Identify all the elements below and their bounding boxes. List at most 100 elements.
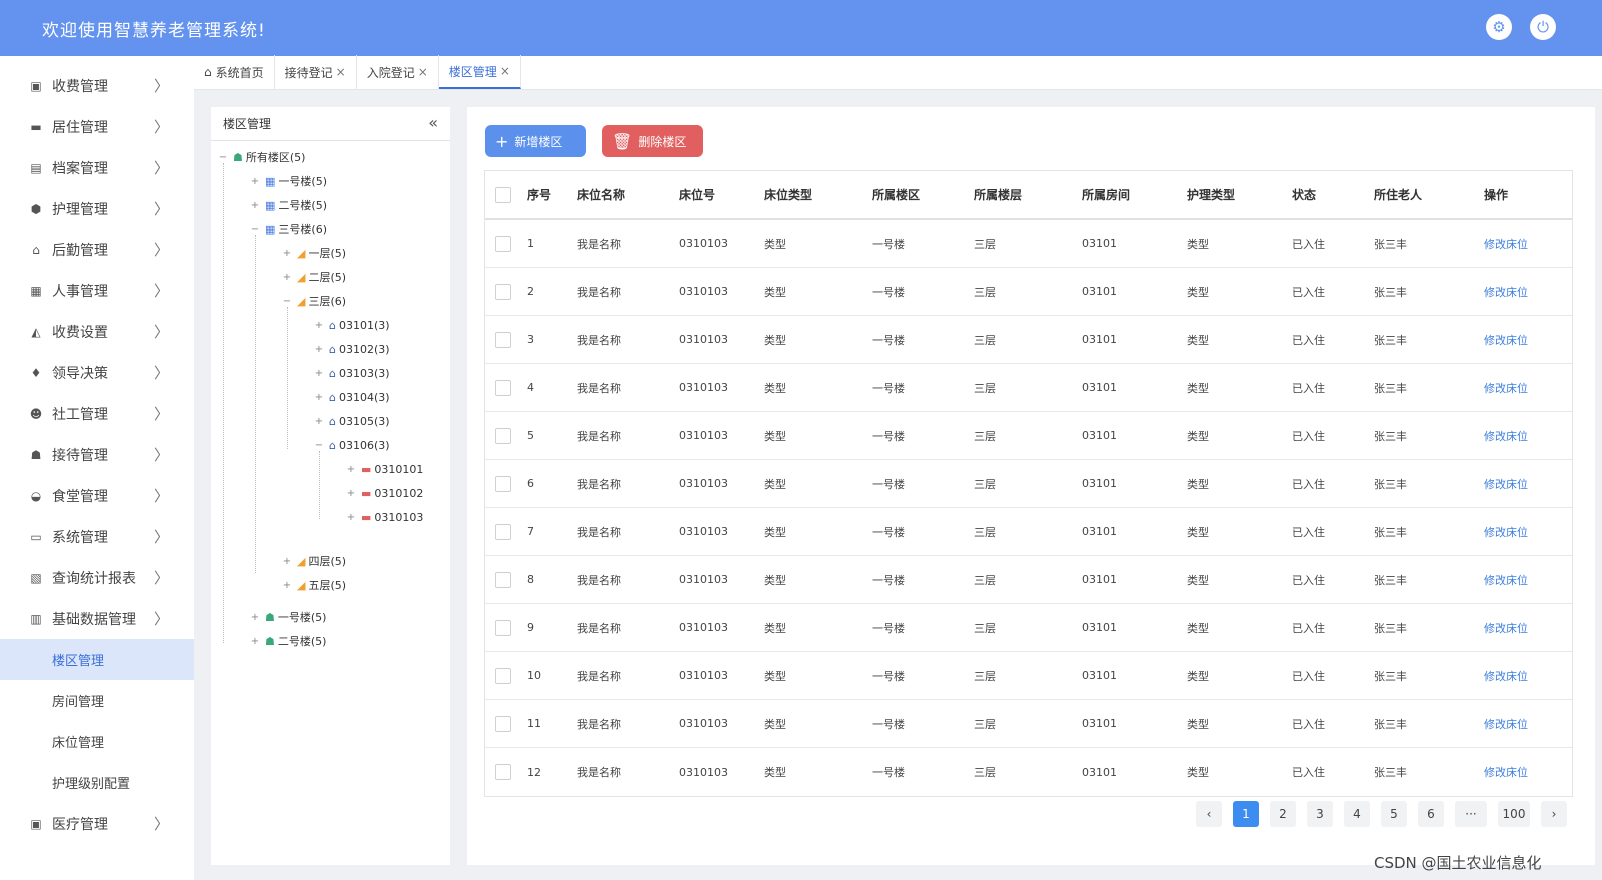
expand-icon[interactable]: + bbox=[313, 320, 325, 331]
expand-icon[interactable]: + bbox=[345, 464, 357, 475]
row-checkbox[interactable] bbox=[495, 667, 511, 684]
row-checkbox[interactable] bbox=[495, 571, 511, 588]
row-checkbox[interactable] bbox=[495, 235, 511, 252]
row-checkbox[interactable] bbox=[495, 283, 511, 300]
sidebar-item[interactable]: ▥ 基础数据管理 〉 bbox=[0, 598, 194, 639]
page-button[interactable]: 4 bbox=[1344, 801, 1370, 827]
edit-bed-link[interactable]: 修改床位 bbox=[1476, 236, 1546, 252]
tab-item[interactable]: ⌂ 系统首页 bbox=[194, 55, 275, 89]
sidebar-item[interactable]: ▤ 档案管理 〉 bbox=[0, 147, 194, 188]
edit-bed-link[interactable]: 修改床位 bbox=[1476, 716, 1546, 732]
tree-node[interactable]: + ☗ 一号楼(5) bbox=[249, 607, 327, 627]
tree-node[interactable]: + ☗ 二号楼(5) bbox=[249, 631, 327, 651]
tree-node[interactable]: + ▬ 0310103 bbox=[345, 507, 424, 527]
logout-button[interactable]: ⏻ bbox=[1530, 14, 1556, 40]
sidebar-subitem[interactable]: 床位管理 bbox=[0, 721, 194, 762]
page-button[interactable]: 100 bbox=[1498, 801, 1530, 827]
page-button[interactable]: 1 bbox=[1233, 801, 1259, 827]
tree-node[interactable]: + ▦ 二号楼(5) bbox=[249, 195, 327, 215]
expand-icon[interactable]: + bbox=[249, 612, 261, 623]
edit-bed-link[interactable]: 修改床位 bbox=[1476, 284, 1546, 300]
sidebar-item[interactable]: ◭ 收费设置 〉 bbox=[0, 311, 194, 352]
row-checkbox[interactable] bbox=[495, 427, 511, 444]
next-page-button[interactable]: › bbox=[1541, 801, 1567, 827]
row-checkbox[interactable] bbox=[495, 764, 511, 780]
tree-node[interactable]: + ⌂ 03102(3) bbox=[313, 339, 390, 359]
row-checkbox[interactable] bbox=[495, 523, 511, 540]
expand-icon[interactable]: + bbox=[249, 200, 261, 211]
edit-bed-link[interactable]: 修改床位 bbox=[1476, 668, 1546, 684]
edit-bed-link[interactable]: 修改床位 bbox=[1476, 380, 1546, 396]
collapse-node-icon[interactable]: − bbox=[249, 224, 261, 235]
tree-node[interactable]: + ◢ 二层(5) bbox=[281, 267, 346, 287]
close-icon[interactable]: × bbox=[500, 64, 510, 78]
tab-item[interactable]: 接待登记 × bbox=[275, 55, 357, 89]
page-ellipsis[interactable]: ··· bbox=[1455, 801, 1487, 827]
sidebar-item-medical[interactable]: ▣ 医疗管理 〉 bbox=[0, 803, 194, 844]
tree-node[interactable]: + ⌂ 03101(3) bbox=[313, 315, 390, 335]
expand-icon[interactable]: + bbox=[249, 636, 261, 647]
tree-node[interactable]: + ◢ 一层(5) bbox=[281, 243, 346, 263]
tree-node[interactable]: + ▬ 0310102 bbox=[345, 483, 424, 503]
sidebar-item[interactable]: ☻ 社工管理 〉 bbox=[0, 393, 194, 434]
sidebar-item[interactable]: ▭ 系统管理 〉 bbox=[0, 516, 194, 557]
edit-bed-link[interactable]: 修改床位 bbox=[1476, 620, 1546, 636]
expand-icon[interactable]: + bbox=[345, 488, 357, 499]
collapse-icon[interactable]: « bbox=[428, 113, 438, 132]
row-checkbox[interactable] bbox=[495, 619, 511, 636]
expand-icon[interactable]: + bbox=[313, 392, 325, 403]
expand-icon[interactable]: + bbox=[281, 248, 293, 259]
expand-icon[interactable]: + bbox=[281, 580, 293, 591]
sidebar-item[interactable]: ▧ 查询统计报表 〉 bbox=[0, 557, 194, 598]
edit-bed-link[interactable]: 修改床位 bbox=[1476, 332, 1546, 348]
expand-icon[interactable]: + bbox=[313, 416, 325, 427]
page-button[interactable]: 5 bbox=[1381, 801, 1407, 827]
tree-node[interactable]: + ⌂ 03105(3) bbox=[313, 411, 390, 431]
expand-icon[interactable]: + bbox=[313, 368, 325, 379]
edit-bed-link[interactable]: 修改床位 bbox=[1476, 524, 1546, 540]
tree-node[interactable]: + ◢ 五层(5) bbox=[281, 575, 346, 595]
sidebar-subitem[interactable]: 房间管理 bbox=[0, 680, 194, 721]
prev-page-button[interactable]: ‹ bbox=[1196, 801, 1222, 827]
tree-node[interactable]: − ☗ 所有楼区(5) bbox=[217, 147, 306, 167]
page-button[interactable]: 2 bbox=[1270, 801, 1296, 827]
tree-node[interactable]: − ◢ 三层(6) bbox=[281, 291, 346, 311]
collapse-node-icon[interactable]: − bbox=[313, 440, 325, 451]
sidebar-item[interactable]: ♦ 领导决策 〉 bbox=[0, 352, 194, 393]
edit-bed-link[interactable]: 修改床位 bbox=[1476, 572, 1546, 588]
row-checkbox[interactable] bbox=[495, 379, 511, 396]
tree-node[interactable]: − ⌂ 03106(3) bbox=[313, 435, 390, 455]
row-checkbox[interactable] bbox=[495, 475, 511, 492]
row-checkbox[interactable] bbox=[495, 715, 511, 732]
sidebar-subitem[interactable]: 楼区管理 bbox=[0, 639, 194, 680]
close-icon[interactable]: × bbox=[418, 65, 428, 79]
expand-icon[interactable]: + bbox=[249, 176, 261, 187]
sidebar-item[interactable]: ⌂ 后勤管理 〉 bbox=[0, 229, 194, 270]
collapse-node-icon[interactable]: − bbox=[281, 296, 293, 307]
tab-item[interactable]: 楼区管理 × bbox=[438, 55, 521, 89]
edit-bed-link[interactable]: 修改床位 bbox=[1476, 476, 1546, 492]
tree-node[interactable]: − ▦ 三号楼(6) bbox=[249, 219, 327, 239]
sidebar-item[interactable]: ▣ 收费管理 〉 bbox=[0, 65, 194, 106]
tree-node[interactable]: + ▬ 0310101 bbox=[345, 459, 424, 479]
tab-item[interactable]: 入院登记 × bbox=[357, 55, 439, 89]
tree-node[interactable]: + ◢ 四层(5) bbox=[281, 551, 346, 571]
sidebar-item[interactable]: ▦ 人事管理 〉 bbox=[0, 270, 194, 311]
sidebar-item[interactable]: ☗ 接待管理 〉 bbox=[0, 434, 194, 475]
collapse-node-icon[interactable]: − bbox=[217, 152, 229, 163]
delete-building-button[interactable]: 🗑 删除楼区 bbox=[602, 125, 703, 157]
sidebar-item[interactable]: ◒ 食堂管理 〉 bbox=[0, 475, 194, 516]
close-icon[interactable]: × bbox=[336, 65, 346, 79]
expand-icon[interactable]: + bbox=[345, 512, 357, 523]
expand-icon[interactable]: + bbox=[281, 272, 293, 283]
edit-bed-link[interactable]: 修改床位 bbox=[1476, 428, 1546, 444]
page-button[interactable]: 6 bbox=[1418, 801, 1444, 827]
tree-node[interactable]: + ▦ 一号楼(5) bbox=[249, 171, 327, 191]
row-checkbox[interactable] bbox=[495, 331, 511, 348]
settings-button[interactable]: ⚙ bbox=[1486, 14, 1512, 40]
sidebar-item[interactable]: ⬢ 护理管理 〉 bbox=[0, 188, 194, 229]
page-button[interactable]: 3 bbox=[1307, 801, 1333, 827]
expand-icon[interactable]: + bbox=[313, 344, 325, 355]
edit-bed-link[interactable]: 修改床位 bbox=[1476, 764, 1546, 780]
expand-icon[interactable]: + bbox=[281, 556, 293, 567]
